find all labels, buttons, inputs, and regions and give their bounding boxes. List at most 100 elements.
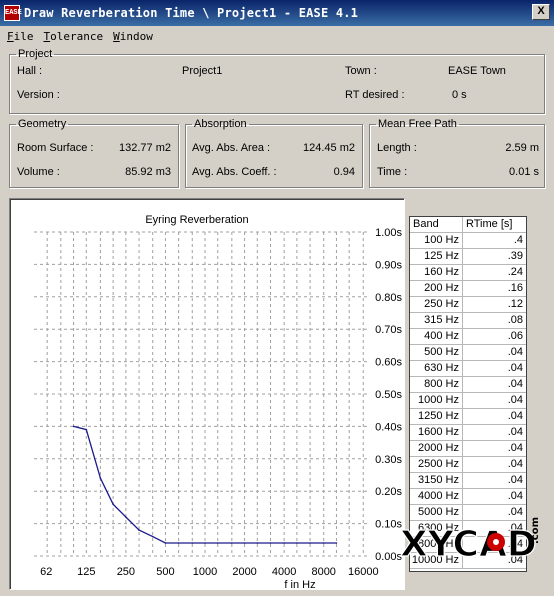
menu-window-label: indow	[119, 29, 153, 43]
table-row: 200 Hz .16	[410, 281, 526, 297]
geometry-group-legend: Geometry	[18, 118, 67, 130]
mfp-time-label: Time :	[377, 166, 408, 178]
band-cell: 800 Hz	[410, 377, 463, 392]
rtime-cell: .06	[507, 330, 523, 342]
hall-label: Hall :	[17, 65, 43, 77]
rtime-cell: .39	[507, 250, 523, 262]
table-row: 160 Hz .24	[410, 265, 526, 281]
table-row: 4000 Hz .04	[410, 489, 526, 505]
menu-window[interactable]: Window	[108, 30, 158, 43]
col-header-rtime: RTime [s]	[466, 218, 513, 230]
y-tick-label: 0.20s	[375, 486, 402, 498]
band-cell: 2500 Hz	[410, 457, 463, 472]
rt-data-point	[283, 542, 285, 544]
y-tick-label: 0.90s	[375, 259, 402, 271]
rtime-cell: .04	[507, 442, 523, 454]
rt-data-point	[177, 542, 180, 544]
mean-free-path-group-legend: Mean Free Path	[378, 118, 457, 130]
rtime-cell: .04	[507, 410, 523, 422]
table-row: 2500 Hz .04	[410, 457, 526, 473]
mfp-length-label: Length :	[377, 142, 417, 154]
y-tick-label: 0.70s	[375, 324, 402, 336]
rtime-cell: .04	[507, 362, 523, 374]
menu-window-accel: W	[113, 29, 120, 43]
table-row: 3150 Hz .04	[410, 473, 526, 489]
band-cell: 400 Hz	[410, 329, 463, 344]
band-cell: 1600 Hz	[410, 425, 463, 440]
rt-data-point	[256, 542, 259, 544]
band-cell: 250 Hz	[410, 297, 463, 312]
band-cell: 630 Hz	[410, 361, 463, 376]
reverberation-chart-panel: Eyring Reverberation 0.00s 0.10s 0.20s 0.30s…	[9, 198, 405, 591]
table-row: 315 Hz .08	[410, 313, 526, 329]
rt-data-point	[322, 542, 325, 544]
band-cell: 2000 Hz	[410, 441, 463, 456]
rtime-cell: .04	[507, 394, 523, 406]
rtime-cell: .04	[507, 346, 523, 358]
rtime-cell: .24	[507, 266, 523, 278]
rtime-cell: .16	[507, 282, 523, 294]
room-surface-value: 132.77 m2	[119, 142, 171, 154]
rt-data-point	[99, 477, 102, 480]
rt-data-point	[231, 542, 233, 544]
table-row: 1600 Hz .04	[410, 425, 526, 441]
band-cell: 200 Hz	[410, 281, 463, 296]
rt-data-point	[112, 503, 114, 505]
table-row: 125 Hz .39	[410, 249, 526, 265]
x-tick-label: 16000	[348, 566, 379, 578]
watermark-text: XYCAD	[400, 524, 537, 565]
version-label: Version :	[17, 89, 60, 101]
y-tick-label: 0.30s	[375, 454, 402, 466]
table-row: 100 Hz .4	[410, 233, 526, 249]
volume-value: 85.92 m3	[125, 166, 171, 178]
chart-title: Eyring Reverberation	[145, 214, 248, 226]
menu-file[interactable]: File	[2, 30, 39, 43]
band-cell: 125 Hz	[410, 249, 463, 264]
window-title: Draw Reverberation Time \ Project1 - EAS…	[24, 6, 359, 20]
ease-app-icon[interactable]: EASE	[4, 5, 22, 21]
x-tick-label: 125	[77, 566, 95, 578]
x-tick-label: 250	[117, 566, 135, 578]
table-row: 400 Hz .06	[410, 329, 526, 345]
rtime-cell: .12	[507, 298, 523, 310]
hall-value: Project1	[182, 65, 223, 77]
table-row: 1250 Hz .04	[410, 409, 526, 425]
x-tick-label: 8000	[311, 566, 335, 578]
table-row: 500 Hz .04	[410, 345, 526, 361]
table-row: 630 Hz .04	[410, 361, 526, 377]
close-button[interactable]: X	[532, 4, 550, 20]
y-tick-label: 0.40s	[375, 421, 402, 433]
band-cell: 315 Hz	[410, 313, 463, 328]
y-tick-label: 0.60s	[375, 357, 402, 369]
rt-data-point	[204, 542, 206, 544]
title-bar[interactable]: EASE Draw Reverberation Time \ Project1 …	[0, 0, 554, 26]
project-group: Project	[9, 48, 545, 114]
y-tick-label: 0.80s	[375, 292, 402, 304]
rtime-cell: .04	[507, 474, 523, 486]
table-row: 2000 Hz .04	[410, 441, 526, 457]
band-cell: 500 Hz	[410, 345, 463, 360]
table-row: 250 Hz .12	[410, 297, 526, 313]
avg-abs-coeff-label: Avg. Abs. Coeff. :	[192, 166, 277, 178]
rt-data-point	[85, 428, 88, 431]
rt-data-point	[335, 542, 338, 544]
menu-file-accel: F	[7, 29, 14, 43]
mfp-length-value: 2.59 m	[505, 142, 539, 154]
rt-data-point	[269, 542, 272, 544]
rt-data-point	[191, 542, 194, 544]
menu-tolerance[interactable]: Tolerance	[39, 30, 109, 43]
volume-label: Volume :	[17, 166, 60, 178]
project-group-legend: Project	[18, 48, 53, 60]
mfp-time-value: 0.01 s	[509, 166, 539, 178]
table-header-row: Band RTime [s]	[410, 217, 526, 233]
reverberation-chart: Eyring Reverberation0.00s0.10s0.20s0.30s…	[34, 214, 402, 591]
rt-data-point	[216, 542, 219, 544]
rtime-cell: .04	[507, 490, 523, 502]
avg-abs-coeff-value: 0.94	[333, 166, 355, 178]
col-header-band: Band	[410, 217, 463, 232]
band-cell: 3150 Hz	[410, 473, 463, 488]
band-cell: 1000 Hz	[410, 393, 463, 408]
rt-data-point	[151, 535, 154, 538]
rtime-cell: .04	[507, 378, 523, 390]
watermark-suffix: .com	[530, 517, 541, 544]
